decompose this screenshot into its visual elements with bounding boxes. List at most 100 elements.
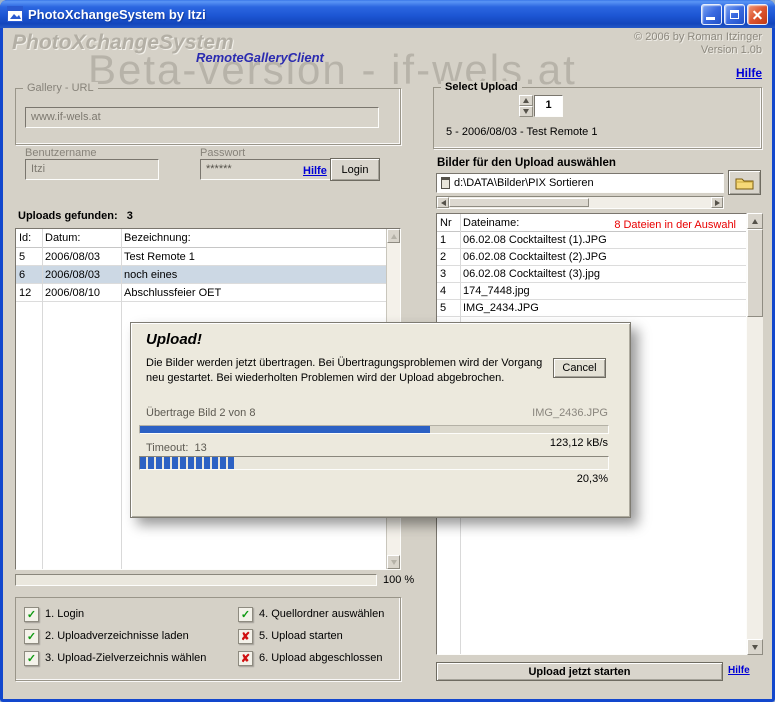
checklist-item-label: 2. Uploadverzeichnisse laden xyxy=(45,630,189,642)
list-load-progress xyxy=(15,574,377,586)
status-check-icon: ✓ xyxy=(238,606,253,622)
total-progress-fill xyxy=(140,457,235,469)
file-row[interactable]: 4 174_7448.jpg xyxy=(437,283,746,300)
path-scrollbar[interactable] xyxy=(436,196,724,209)
cell-nr: 5 xyxy=(440,302,447,314)
checklist-item: ✓ 3. Upload-Zielverzeichnis wählen xyxy=(24,650,206,666)
file-progress-fill xyxy=(140,426,431,433)
checklist-item-label: 5. Upload starten xyxy=(259,630,343,642)
cell-filename: 06.02.08 Cocktailtest (3).jpg xyxy=(463,268,600,280)
cell-id: 12 xyxy=(19,287,32,299)
username-input[interactable]: Itzi xyxy=(25,159,159,180)
scroll-right-button[interactable] xyxy=(711,197,723,208)
cell-filename: 174_7448.jpg xyxy=(463,285,530,297)
status-cross-icon: ✘ xyxy=(238,628,253,644)
column-header-nr[interactable]: Nr xyxy=(437,214,460,231)
help-link-bottom[interactable]: Hilfe xyxy=(728,665,750,676)
folder-icon xyxy=(735,178,754,189)
uploads-found-label: Uploads gefunden: 3 xyxy=(18,210,133,222)
scrollbar-thumb[interactable] xyxy=(747,229,763,317)
upload-row[interactable]: 5 2006/08/03 Test Remote 1 xyxy=(16,248,400,266)
status-check-icon: ✓ xyxy=(24,606,39,622)
cell-nr: 1 xyxy=(440,234,447,246)
scroll-left-button[interactable] xyxy=(437,197,449,208)
file-progress-bar xyxy=(139,425,609,434)
files-table-header: Nr Dateiname: 8 Dateien in der Auswahl xyxy=(437,214,746,232)
cell-name: Test Remote 1 xyxy=(124,251,195,263)
help-link-login[interactable]: Hilfe xyxy=(303,165,327,177)
browse-button[interactable] xyxy=(728,170,761,195)
column-header-datum[interactable]: Datum: xyxy=(42,229,121,247)
files-section-label: Bilder für den Upload auswählen xyxy=(437,157,616,169)
dialog-title: Upload! xyxy=(146,331,202,348)
checklist-item-label: 1. Login xyxy=(45,608,85,620)
upload-row[interactable]: 6 2006/08/03 noch eines xyxy=(16,266,400,284)
checklist-item: ✓ 2. Uploadverzeichnisse laden xyxy=(24,628,189,644)
scroll-down-button[interactable] xyxy=(387,555,400,569)
cell-date: 2006/08/03 xyxy=(45,269,101,281)
file-row[interactable]: 5 IMG_2434.JPG xyxy=(437,300,746,317)
source-path-input[interactable]: d:\DATA\Bilder\PIX Sortieren xyxy=(436,173,724,193)
cell-nr: 2 xyxy=(440,251,447,263)
upload-row[interactable]: 12 2006/08/10 Abschlussfeier OET xyxy=(16,284,400,302)
minimize-button[interactable] xyxy=(701,3,722,25)
dialog-message: Die Bilder werden jetzt übertragen. Bei … xyxy=(146,357,543,384)
cell-filename: 06.02.08 Cocktailtest (2).JPG xyxy=(463,251,607,263)
status-check-icon: ✓ xyxy=(24,650,39,666)
start-upload-button[interactable]: Upload jetzt starten xyxy=(436,662,723,681)
status-cross-icon: ✘ xyxy=(238,650,253,666)
current-file-name: IMG_2436.JPG xyxy=(532,407,608,419)
cell-nr: 4 xyxy=(440,285,447,297)
checklist-item-label: 4. Quellordner auswählen xyxy=(259,608,385,620)
spinner-down-button[interactable] xyxy=(519,106,533,117)
checklist-item: ✓ 1. Login xyxy=(24,606,84,622)
down-arrow-icon xyxy=(390,559,397,565)
right-arrow-icon xyxy=(714,199,720,206)
upload-number-field[interactable]: 1 xyxy=(534,95,563,117)
current-file-label: Übertrage Bild 2 von 8 xyxy=(146,407,256,419)
cell-id: 6 xyxy=(19,269,26,281)
total-progress-bar xyxy=(139,456,609,470)
column-header-bezeichnung[interactable]: Bezeichnung: xyxy=(121,229,400,247)
login-button[interactable]: Login xyxy=(330,158,380,181)
scrollbar-thumb[interactable] xyxy=(449,198,589,207)
spinner-up-button[interactable] xyxy=(519,95,533,106)
close-button[interactable] xyxy=(747,3,768,25)
files-scrollbar[interactable] xyxy=(747,213,763,655)
selected-upload-text: 5 - 2006/08/03 - Test Remote 1 xyxy=(446,126,598,138)
cell-filename: IMG_2434.JPG xyxy=(463,302,539,314)
status-check-icon: ✓ xyxy=(24,628,39,644)
cell-name: noch eines xyxy=(124,269,178,281)
gallery-url-group: Gallery - URL www.if-wels.at xyxy=(15,82,401,145)
maximize-button[interactable] xyxy=(724,3,745,25)
column-header-id[interactable]: Id: xyxy=(16,229,42,247)
checklist-item: ✓ 4. Quellordner auswählen xyxy=(238,606,384,622)
list-load-progress-label: 100 % xyxy=(383,574,415,586)
uploads-table-header: Id: Datum: Bezeichnung: xyxy=(16,229,400,248)
scroll-down-button[interactable] xyxy=(747,639,763,655)
transfer-speed: 123,12 kB/s xyxy=(549,437,608,449)
title-bar: PhotoXchangeSystem by Itzi xyxy=(0,0,775,28)
file-row[interactable]: 3 06.02.08 Cocktailtest (3).jpg xyxy=(437,266,746,283)
status-checklist-group: ✓ 1. Login ✓ 2. Uploadverzeichnisse lade… xyxy=(15,597,401,681)
select-upload-label: Select Upload xyxy=(441,81,522,93)
left-arrow-icon xyxy=(440,199,446,206)
app-icon xyxy=(7,6,23,22)
gallery-url-input[interactable]: www.if-wels.at xyxy=(25,107,379,128)
file-row[interactable]: 2 06.02.08 Cocktailtest (2).JPG xyxy=(437,249,746,266)
checklist-item-label: 3. Upload-Zielverzeichnis wählen xyxy=(45,652,207,664)
upload-dialog: Upload! Die Bilder werden jetzt übertrag… xyxy=(130,322,631,518)
help-link-top[interactable]: Hilfe xyxy=(736,66,762,80)
cancel-button[interactable]: Cancel xyxy=(553,358,606,378)
checklist-item: ✘ 6. Upload abgeschlossen xyxy=(238,650,383,666)
timeout-label: Timeout: 13 xyxy=(146,442,207,454)
minimize-icon xyxy=(706,16,715,20)
scroll-up-button[interactable] xyxy=(387,229,400,243)
cell-id: 5 xyxy=(19,251,26,263)
file-row[interactable]: 1 06.02.08 Cocktailtest (1).JPG xyxy=(437,232,746,249)
scroll-up-button[interactable] xyxy=(747,213,763,229)
checklist-item-label: 6. Upload abgeschlossen xyxy=(259,652,383,664)
down-arrow-icon xyxy=(752,644,758,650)
username-label: Benutzername xyxy=(25,147,97,159)
version-text: Version 1.0b xyxy=(700,44,762,56)
